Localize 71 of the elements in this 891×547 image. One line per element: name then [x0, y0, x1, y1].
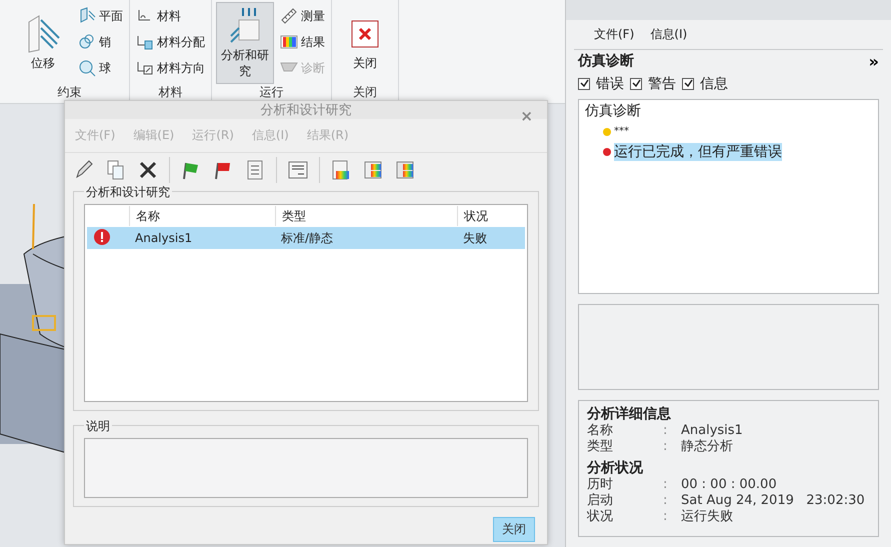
column-header[interactable]: 类型 [275, 206, 457, 226]
menu-item[interactable]: 文件(F) [594, 26, 634, 43]
checkbox[interactable] [578, 78, 590, 90]
detail-value: Sat Aug 24, 2019 23:02:30 [681, 493, 866, 509]
detail-value: 00 : 00 : 00.00 [681, 477, 778, 493]
close-button[interactable]: 关闭 [493, 517, 535, 542]
separator-colon: : [663, 477, 668, 493]
detail-value: 静态分析 [681, 439, 734, 455]
ribbon-button[interactable]: 销 [76, 32, 125, 52]
detail-label: 历时 [587, 477, 614, 493]
tree-item[interactable]: 运行已完成，但有严重错误 [614, 142, 782, 161]
report-icon[interactable] [287, 159, 309, 181]
detail-label: 名称 [587, 423, 614, 439]
ribbon-group-label: 材料 [158, 84, 184, 101]
separator-colon: : [663, 423, 668, 439]
error-icon [93, 228, 111, 246]
checkbox[interactable] [682, 78, 694, 90]
ribbon-button[interactable]: 关闭 [336, 2, 394, 84]
plane-icon [78, 7, 96, 25]
ribbon-button[interactable]: 材料分配 [134, 32, 207, 52]
detail-label: 启动 [587, 493, 614, 509]
ruler-icon [280, 7, 298, 25]
separator-colon: : [663, 493, 668, 509]
ribbon-button[interactable]: 材料方向 [134, 58, 207, 78]
ribbon-button[interactable]: 测量 [278, 6, 327, 26]
ribbon-group-label: 关闭 [352, 84, 378, 101]
separator-colon: : [663, 439, 668, 455]
material-orient-icon [136, 59, 154, 77]
pin-icon [78, 33, 96, 51]
panel-title: 仿真诊断 [578, 52, 634, 70]
checkbox[interactable] [630, 78, 642, 90]
section-title: 分析详细信息 [587, 405, 672, 423]
ribbon-group-label: 运行 [258, 84, 284, 101]
ribbon-button[interactable]: 位移 [14, 2, 72, 84]
table-cell-text: 标准/静态 [280, 230, 334, 246]
results-list-icon[interactable] [394, 159, 416, 181]
tree-item[interactable]: 仿真诊断 [579, 100, 878, 122]
ribbon-button[interactable]: 平面 [76, 6, 125, 26]
results-list-icon[interactable] [330, 159, 352, 181]
checkbox-label: 警告 [648, 74, 676, 93]
expand-button[interactable]: » [868, 52, 879, 71]
ribbon-button[interactable]: 材料 [134, 6, 207, 26]
delete-icon[interactable] [137, 159, 159, 181]
separator-colon: : [663, 509, 668, 525]
menu-item[interactable]: 信息(I) [650, 26, 688, 43]
column-header[interactable]: 名称 [129, 206, 275, 226]
ribbon-button[interactable]: 球 [76, 58, 125, 78]
table-cell-text: Analysis1 [134, 231, 194, 245]
checkbox-label: 信息 [700, 74, 728, 93]
group-title: 分析和设计研究 [84, 184, 172, 201]
detail-label: 状况 [587, 509, 614, 525]
results-list-icon[interactable] [362, 159, 384, 181]
table-row[interactable]: Analysis1 标准/静态 失败 [87, 227, 525, 249]
ribbon-group-label: 约束 [56, 84, 82, 101]
detail-label: 类型 [587, 439, 614, 455]
detail-value: Analysis1 [681, 423, 744, 439]
column-header[interactable]: 状况 [457, 206, 525, 226]
detail-value: 运行失败 [681, 509, 734, 525]
tree-item[interactable]: *** [614, 126, 629, 138]
pencil-icon[interactable] [73, 159, 95, 181]
description-field[interactable] [84, 438, 528, 498]
section-title: 分析状况 [587, 459, 644, 477]
ribbon-button[interactable]: 分析和研究 [216, 2, 274, 84]
ball-icon [78, 59, 96, 77]
ribbon-button[interactable]: 结果 [278, 32, 327, 52]
dialog-title: 分析和设计研究 [260, 102, 352, 119]
table-cell-text: 失败 [462, 230, 488, 246]
checkbox-label: 错误 [596, 74, 624, 93]
results-icon [280, 33, 298, 51]
group-title: 说明 [84, 418, 112, 435]
material-assign-icon [136, 33, 154, 51]
